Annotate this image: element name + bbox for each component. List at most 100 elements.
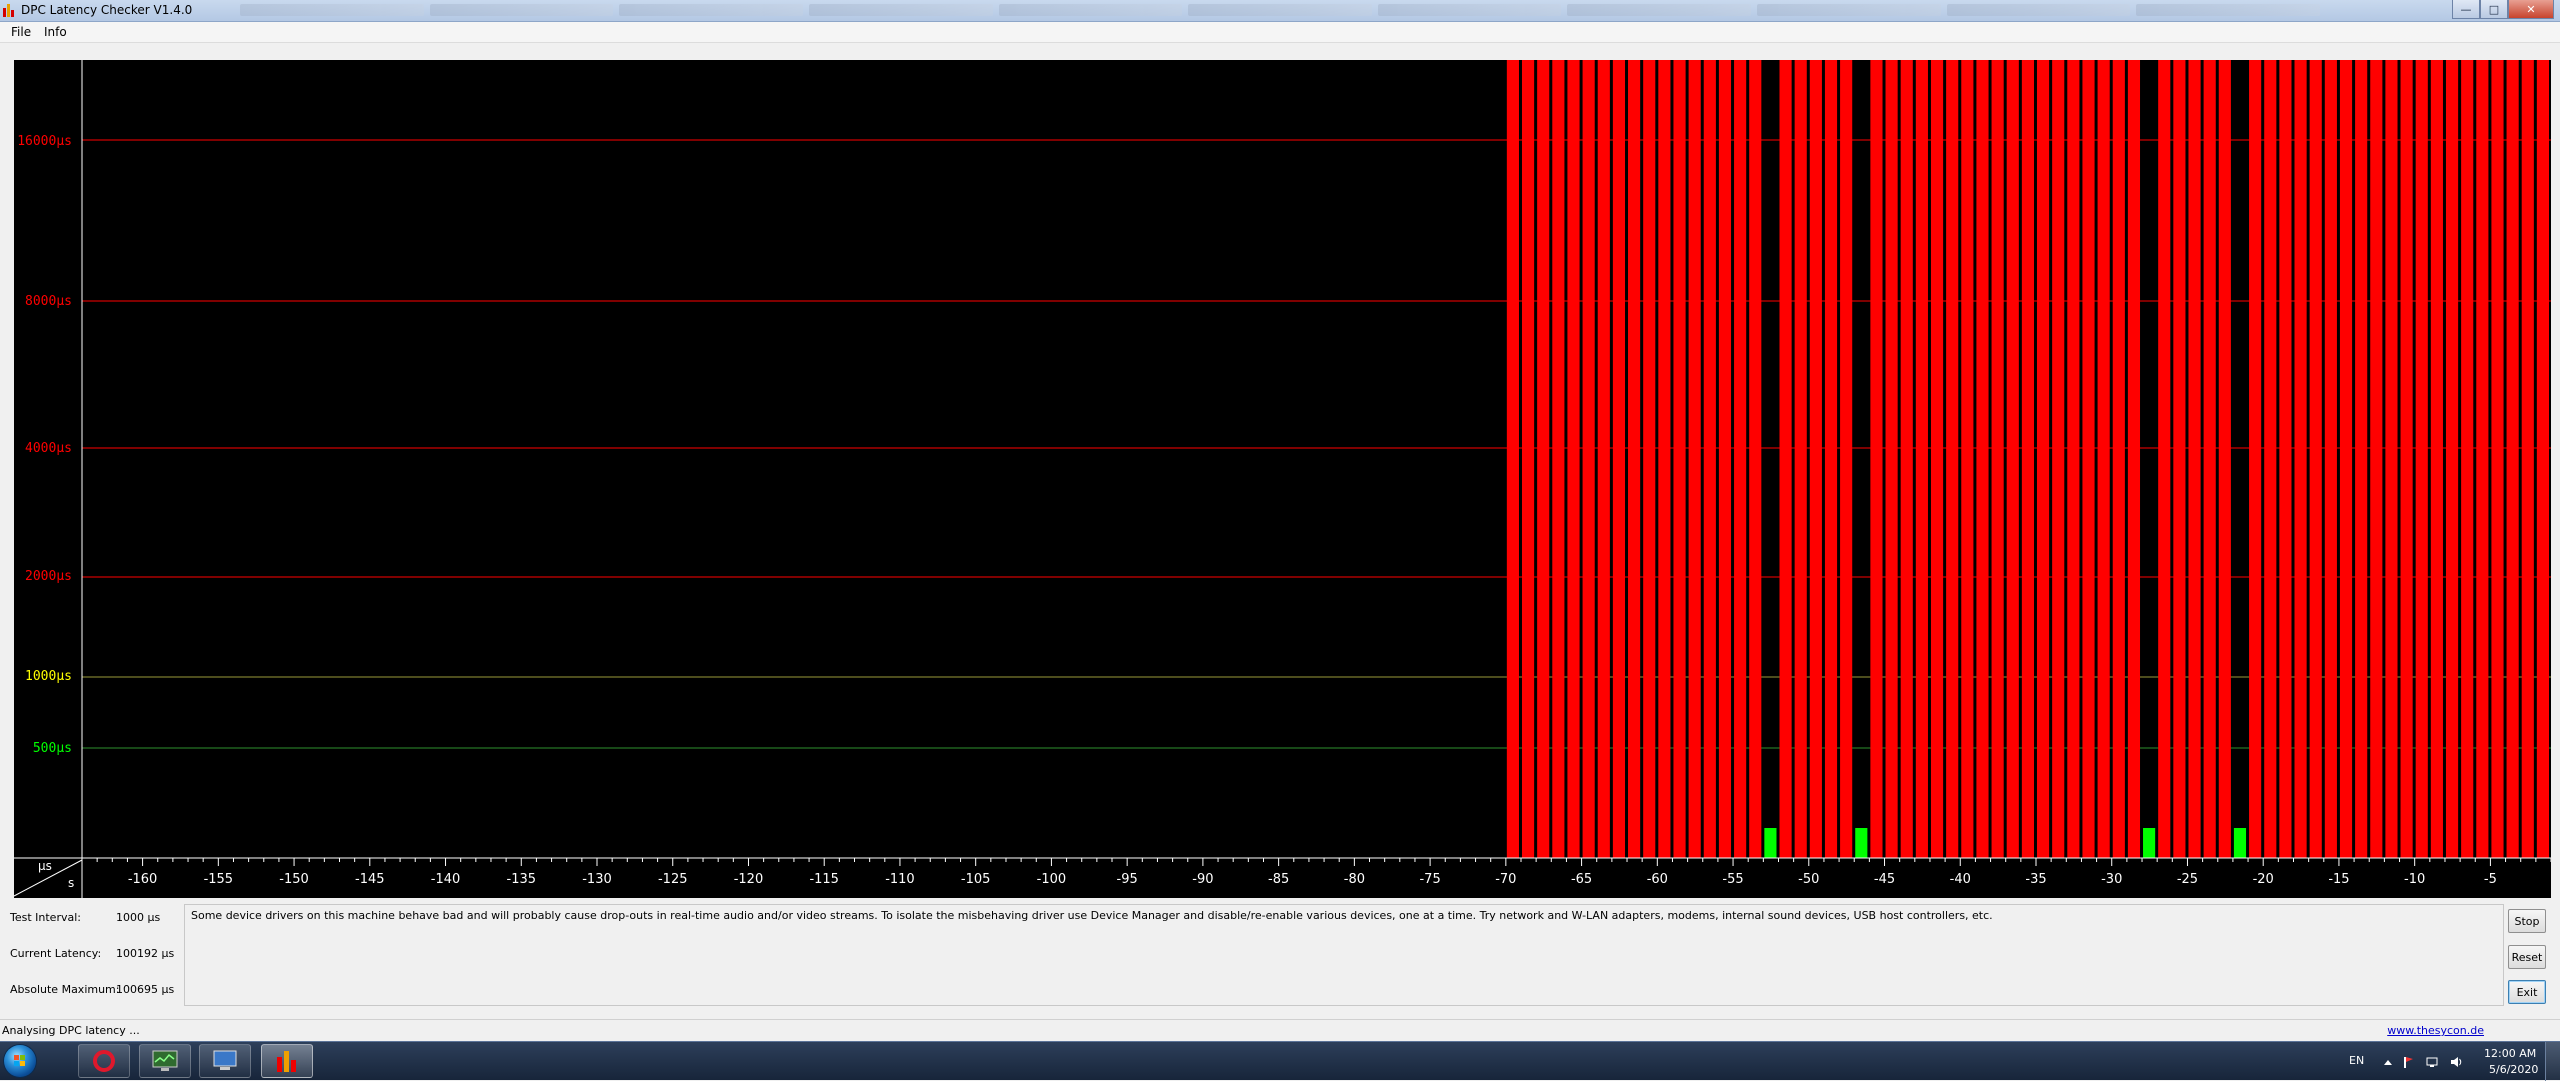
latency-bar-red xyxy=(2203,60,2216,858)
latency-bar-red xyxy=(2249,60,2262,858)
show-desktop-button[interactable] xyxy=(2545,1042,2560,1081)
latency-bar-red xyxy=(2188,60,2201,858)
y-tick-label: 500µs xyxy=(32,741,72,756)
menu-file[interactable]: File xyxy=(11,25,31,39)
unit-s-label: s xyxy=(68,876,75,890)
latency-bar-red xyxy=(2430,60,2443,858)
latency-bar-red xyxy=(1976,60,1989,858)
latency-bar-red xyxy=(2415,60,2428,858)
action-center-icon[interactable] xyxy=(2402,1056,2414,1068)
latency-bar-red xyxy=(2173,60,2186,858)
latency-bar-red xyxy=(1703,60,1716,858)
network-icon[interactable] xyxy=(2426,1056,2438,1068)
diagnostic-message-text: Some device drivers on this machine beha… xyxy=(191,909,1993,922)
test-interval-label: Test Interval: xyxy=(10,911,81,924)
latency-bar-red xyxy=(1885,60,1898,858)
x-tick-label: -110 xyxy=(885,872,915,887)
background-window-tabs xyxy=(240,4,2321,18)
close-button[interactable]: ✕ xyxy=(2508,0,2554,19)
bar-chart-icon xyxy=(277,1051,296,1072)
test-interval-value: 1000 µs xyxy=(116,911,161,924)
show-hidden-icons-icon[interactable] xyxy=(2382,1056,2394,1068)
latency-bar-red xyxy=(2491,60,2504,858)
reset-button[interactable]: Reset xyxy=(2508,945,2546,969)
menu-bar: File Info xyxy=(0,22,2560,43)
latency-bar-red xyxy=(2324,60,2337,858)
latency-bar-red xyxy=(2506,60,2519,858)
latency-bar-red xyxy=(1794,60,1807,858)
latency-bar-red xyxy=(2021,60,2034,858)
dpc-app-icon xyxy=(3,3,17,17)
monitor-icon xyxy=(152,1050,178,1071)
latency-bar-red xyxy=(2309,60,2322,858)
latency-bar-red xyxy=(1658,60,1671,858)
language-indicator[interactable]: EN xyxy=(2349,1054,2364,1067)
start-button[interactable] xyxy=(4,1045,36,1077)
x-tick-label: -125 xyxy=(658,872,688,887)
diagnostic-message: Some device drivers on this machine beha… xyxy=(184,904,2504,1006)
x-tick-label: -5 xyxy=(2484,872,2497,887)
latency-bar-red xyxy=(1915,60,1928,858)
window-title: DPC Latency Checker V1.4.0 xyxy=(21,3,193,17)
latency-bar-red xyxy=(1870,60,1883,858)
latency-bar-red xyxy=(2476,60,2489,858)
latency-bar-green xyxy=(2233,828,2247,858)
latency-bar-red xyxy=(1840,60,1853,858)
latency-bar-red xyxy=(1779,60,1792,858)
latency-bar-red xyxy=(2006,60,2019,858)
latency-bar-red xyxy=(2521,60,2534,858)
latency-bar-red xyxy=(1537,60,1550,858)
latency-bar-red xyxy=(2052,60,2065,858)
latency-bar-red xyxy=(2036,60,2050,858)
latency-bar-red xyxy=(1961,60,1974,858)
x-tick-label: -145 xyxy=(355,872,385,887)
taskbar-opera[interactable] xyxy=(78,1044,130,1078)
x-tick-label: -115 xyxy=(809,872,839,887)
taskbar: EN 12:00 AM 5/6/2020 xyxy=(0,1041,2560,1081)
thesycon-link[interactable]: www.thesycon.de xyxy=(2387,1024,2484,1037)
x-tick-label: -160 xyxy=(128,872,158,887)
x-tick-label: -95 xyxy=(1117,872,1138,887)
clock-time[interactable]: 12:00 AM xyxy=(2484,1047,2536,1060)
stop-button[interactable]: Stop xyxy=(2508,909,2546,933)
latency-bar-green xyxy=(1764,828,1777,858)
volume-icon[interactable] xyxy=(2450,1056,2462,1068)
taskbar-remote-desktop[interactable] xyxy=(199,1044,251,1078)
x-tick-label: -65 xyxy=(1571,872,1592,887)
y-tick-label: 1000µs xyxy=(25,669,72,684)
computer-icon xyxy=(213,1050,237,1070)
x-tick-label: -60 xyxy=(1647,872,1668,887)
taskbar-system-monitor[interactable] xyxy=(139,1044,191,1078)
absolute-maximum-value: 100695 µs xyxy=(116,983,175,996)
latency-bar-red xyxy=(2536,60,2549,858)
latency-bar-red xyxy=(1900,60,1913,858)
latency-bar-red xyxy=(2279,60,2292,858)
latency-bar-red xyxy=(1643,60,1656,858)
taskbar-dpc-latency-checker[interactable] xyxy=(261,1044,313,1078)
latency-bar-red xyxy=(1582,60,1595,858)
current-latency-value: 100192 µs xyxy=(116,947,175,960)
latency-bar-red xyxy=(2127,60,2141,858)
x-tick-label: -55 xyxy=(1722,872,1743,887)
x-tick-label: -85 xyxy=(1268,872,1289,887)
latency-bar-red xyxy=(1734,60,1747,858)
latency-bar-red xyxy=(2385,60,2398,858)
minimize-button[interactable]: — xyxy=(2452,0,2480,19)
latency-bar-red xyxy=(2218,60,2231,858)
menu-info[interactable]: Info xyxy=(44,25,67,39)
x-tick-label: -40 xyxy=(1950,872,1971,887)
windows-logo-icon xyxy=(14,1055,25,1066)
latency-bar-red xyxy=(1597,60,1610,858)
y-tick-label: 16000µs xyxy=(17,134,72,149)
latency-graph: -160 -155 -150 -145 -140 -135 -130 -125 -120 -115… xyxy=(14,60,2551,898)
latency-bar-red xyxy=(1552,60,1565,858)
latency-bar-red xyxy=(2097,60,2110,858)
maximize-button[interactable]: □ xyxy=(2480,0,2508,19)
clock-date[interactable]: 5/6/2020 xyxy=(2489,1063,2538,1076)
current-latency-label: Current Latency: xyxy=(10,947,102,960)
exit-button[interactable]: Exit xyxy=(2508,980,2546,1004)
latency-chart: -160 -155 -150 -145 -140 -135 -130 -125 -120 -115… xyxy=(14,60,2551,898)
x-tick-label: -20 xyxy=(2253,872,2274,887)
latency-bar-green xyxy=(1855,828,1868,858)
y-tick-label: 2000µs xyxy=(25,569,72,584)
